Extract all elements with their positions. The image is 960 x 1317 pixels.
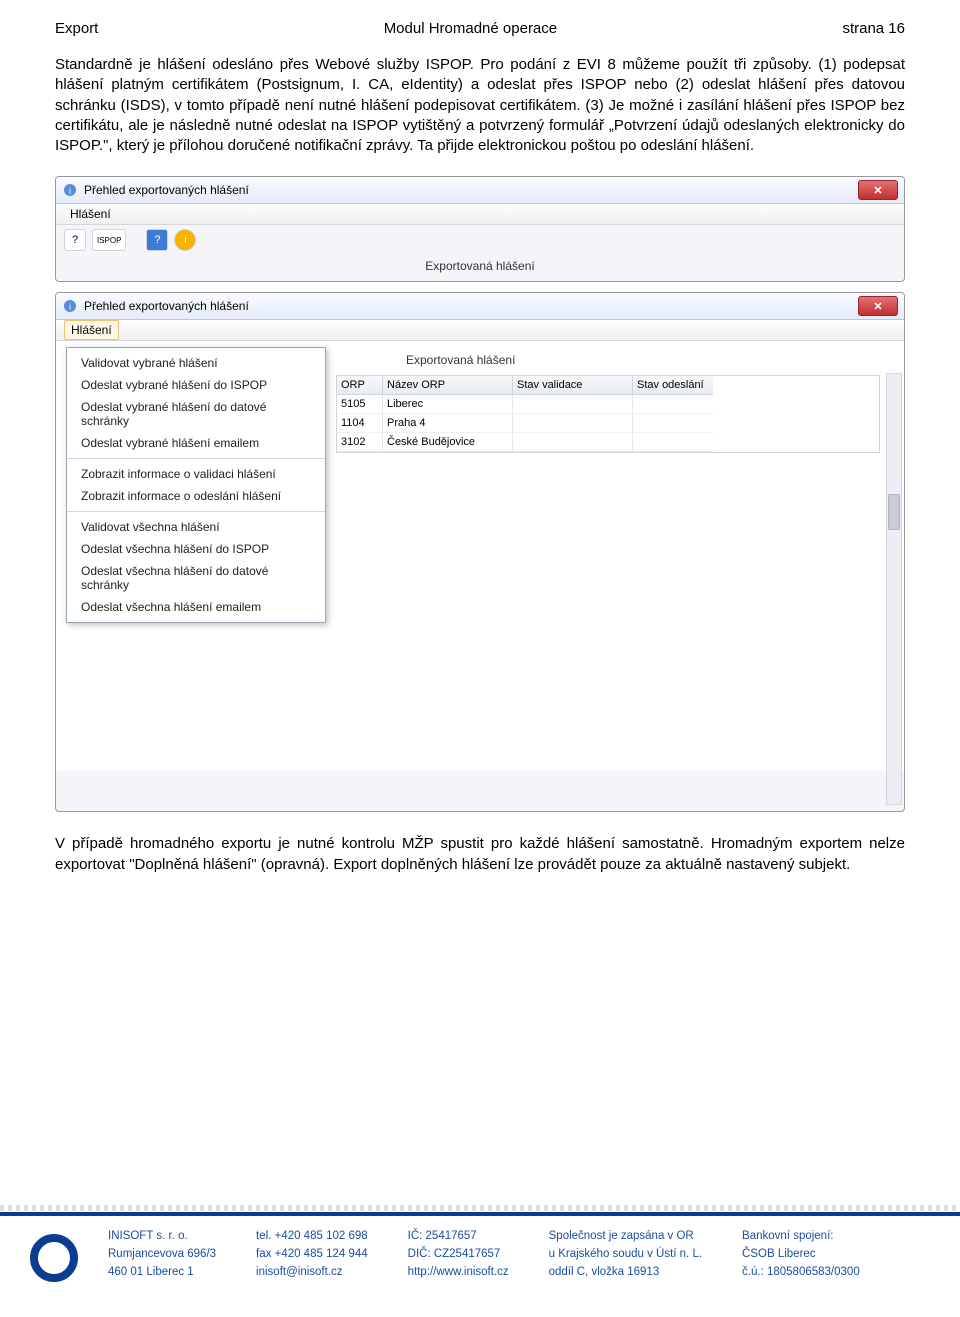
company-logo-icon (30, 1234, 78, 1282)
footer-col-address: INISOFT s. r. o. Rumjancevova 696/3 460 … (108, 1230, 216, 1284)
svg-text:i: i (69, 186, 71, 196)
close-icon: ✕ (873, 184, 882, 197)
window-title: Přehled exportovaných hlášení (84, 299, 249, 313)
window-title: Přehled exportovaných hlášení (84, 183, 249, 197)
titlebar: i Přehled exportovaných hlášení ✕ (56, 177, 904, 204)
menu-item-hlaseni[interactable]: Hlášení (64, 205, 117, 223)
app-icon: i (62, 298, 78, 314)
col-orp[interactable]: ORP (337, 376, 383, 395)
body-paragraph-1: Standardně je hlášení odesláno přes Webo… (55, 55, 905, 156)
mi-validate-all[interactable]: Validovat všechna hlášení (67, 516, 325, 538)
toolbar: ? ISPOP ? i (56, 225, 904, 255)
footer-divider (0, 1205, 960, 1211)
mi-show-validation-info[interactable]: Zobrazit informace o validaci hlášení (67, 463, 325, 485)
window-export-overview-1: i Přehled exportovaných hlášení ✕ Hlášen… (55, 176, 905, 282)
page-header: Export Modul Hromadné operace strana 16 (55, 20, 905, 37)
context-menu: Validovat vybrané hlášení Odeslat vybran… (66, 347, 326, 623)
header-right: strana 16 (842, 20, 905, 37)
scrollbar-thumb[interactable] (888, 494, 900, 530)
header-left: Export (55, 20, 98, 37)
ispop-icon[interactable]: ISPOP (92, 229, 126, 251)
section-subtitle: Exportovaná hlášení (336, 349, 904, 375)
app-icon: i (62, 182, 78, 198)
mi-show-send-info[interactable]: Zobrazit informace o odeslání hlášení (67, 485, 325, 507)
mi-send-all-ispop[interactable]: Odeslat všechna hlášení do ISPOP (67, 538, 325, 560)
section-subtitle: Exportovaná hlášení (56, 255, 904, 281)
col-nazev-orp[interactable]: Název ORP (383, 376, 513, 395)
info-round-icon[interactable]: i (174, 229, 196, 251)
menu-item-hlaseni[interactable]: Hlášení (64, 320, 119, 340)
svg-text:i: i (69, 302, 71, 312)
mi-send-selected-email[interactable]: Odeslat vybrané hlášení emailem (67, 432, 325, 454)
body-paragraph-2: V případě hromadného exportu je nutné ko… (55, 834, 905, 875)
vertical-scrollbar[interactable] (886, 373, 902, 805)
grid-header-row: ORP Název ORP Stav validace Stav odeslán… (337, 376, 879, 395)
col-stav-odeslani[interactable]: Stav odeslání (633, 376, 713, 395)
table-row[interactable]: 5105 Liberec (337, 395, 879, 414)
window-export-overview-2: i Přehled exportovaných hlášení ✕ Hlášen… (55, 292, 905, 812)
table-row[interactable]: 3102 České Budějovice (337, 433, 879, 452)
footer-col-contact: tel. +420 485 102 698 fax +420 485 124 9… (256, 1230, 368, 1284)
col-stav-validace[interactable]: Stav validace (513, 376, 633, 395)
help-icon[interactable]: ? (64, 229, 86, 251)
mi-send-all-ds[interactable]: Odeslat všechna hlášení do datové schrán… (67, 560, 325, 596)
data-grid[interactable]: ORP Název ORP Stav validace Stav odeslán… (336, 375, 880, 453)
footer-col-registry: Společnost je zapsána v OR u Krajského s… (549, 1230, 702, 1284)
mi-validate-selected[interactable]: Validovat vybrané hlášení (67, 352, 325, 374)
menubar: Hlášení (56, 320, 904, 341)
page-footer: INISOFT s. r. o. Rumjancevova 696/3 460 … (0, 1205, 960, 1317)
info-box-icon[interactable]: ? (146, 229, 168, 251)
table-row[interactable]: 1104 Praha 4 (337, 414, 879, 433)
mi-send-selected-ispop[interactable]: Odeslat vybrané hlášení do ISPOP (67, 374, 325, 396)
titlebar: i Přehled exportovaných hlášení ✕ (56, 293, 904, 320)
header-center: Modul Hromadné operace (384, 20, 557, 37)
mi-send-selected-ds[interactable]: Odeslat vybrané hlášení do datové schrán… (67, 396, 325, 432)
close-button[interactable]: ✕ (858, 296, 898, 316)
footer-col-ids: IČ: 25417657 DIČ: CZ25417657 http://www.… (408, 1230, 509, 1284)
menubar: Hlášení (56, 204, 904, 225)
close-button[interactable]: ✕ (858, 180, 898, 200)
close-icon: ✕ (873, 300, 882, 313)
footer-col-bank: Bankovní spojení: ČSOB Liberec č.ú.: 180… (742, 1230, 860, 1284)
mi-send-all-email[interactable]: Odeslat všechna hlášení emailem (67, 596, 325, 618)
